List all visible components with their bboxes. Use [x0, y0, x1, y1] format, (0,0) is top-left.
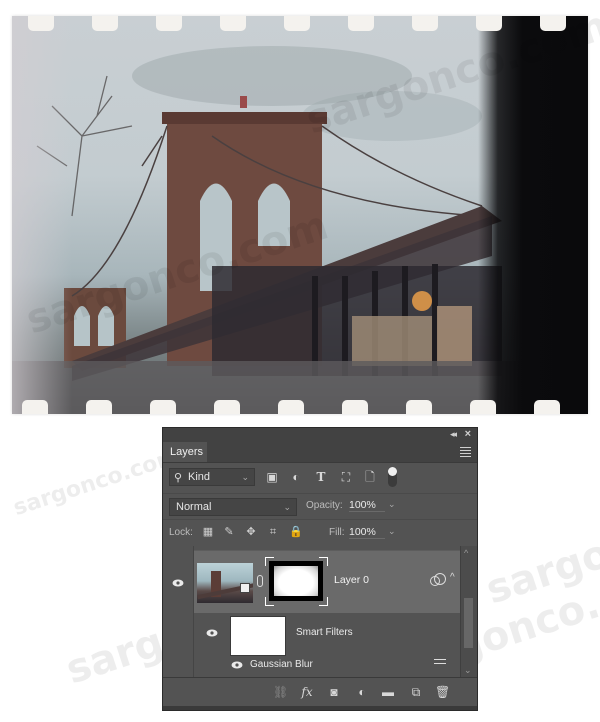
smart-filters-mask-thumbnail[interactable]: [230, 616, 286, 656]
smart-filter-icon[interactable]: [434, 573, 446, 585]
toggle-knob: [388, 467, 397, 476]
film-sprocket-hole: [150, 400, 176, 414]
visibility-column: [163, 546, 194, 678]
shape-filter-icon[interactable]: ⛶: [339, 470, 353, 484]
film-sprocket-hole: [278, 400, 304, 414]
adjustment-filter-icon[interactable]: ◐: [289, 470, 303, 484]
chevron-down-icon: ⌄: [241, 472, 249, 482]
link-layers-icon[interactable]: ⛓: [273, 685, 288, 699]
panel-resize-grip[interactable]: [163, 706, 477, 710]
mask-selection-corner: [319, 597, 328, 606]
layer-mask-thumbnail[interactable]: [269, 561, 323, 601]
mask-selection-corner: [265, 557, 274, 566]
mask-selection-corner: [319, 557, 328, 566]
bridge-photo: [12, 16, 588, 414]
filter-kind-label: Kind: [188, 471, 211, 483]
film-sprocket-hole: [86, 400, 112, 414]
smart-object-filter-icon[interactable]: 🗋: [363, 470, 377, 484]
layer-name[interactable]: Layer 0: [334, 574, 369, 586]
scroll-thumb[interactable]: [464, 598, 473, 648]
opacity-input[interactable]: 100%: [349, 499, 385, 512]
layer-row-layer-0[interactable]: Layer 0 ^: [194, 550, 461, 613]
smart-filters-visibility-eye-icon[interactable]: [206, 629, 218, 637]
pixel-filter-icon[interactable]: ▣: [265, 470, 279, 484]
film-sprocket-hole: [470, 400, 496, 414]
filter-toggle[interactable]: [388, 467, 397, 487]
film-sprockets-bottom: [12, 394, 588, 414]
lock-all-icon[interactable]: 🔒: [289, 526, 303, 538]
lock-artboard-icon[interactable]: ⌗: [267, 526, 279, 538]
layers-panel: ◂◂ × Layers ⚲ Kind ⌄ ▣ ◐ T ⛶ 🗋 Normal ⌄ …: [162, 427, 478, 711]
film-sprocket-hole: [342, 400, 368, 414]
film-sprocket-hole: [22, 400, 48, 414]
film-sprocket-hole: [92, 16, 118, 31]
chevron-down-icon: ⌄: [283, 502, 291, 512]
delete-icon[interactable]: 🗑: [435, 685, 450, 699]
lock-position-icon[interactable]: ✥: [245, 526, 257, 538]
film-sprocket-hole: [28, 16, 54, 31]
layer-visibility-eye-icon[interactable]: [172, 579, 184, 587]
film-sprocket-hole: [348, 16, 374, 31]
new-layer-icon[interactable]: ⧉: [409, 685, 423, 699]
smart-object-badge-icon: [240, 583, 250, 593]
filter-row: ⚲ Kind ⌄ ▣ ◐ T ⛶ 🗋: [163, 464, 477, 490]
film-sprocket-hole: [156, 16, 182, 31]
lock-label: Lock:: [169, 527, 193, 538]
film-sprocket-hole: [284, 16, 310, 31]
type-filter-icon[interactable]: T: [314, 470, 328, 484]
panel-titlebar: ◂◂ ×: [163, 428, 477, 442]
double-chevron-left-icon[interactable]: ◂◂: [450, 429, 457, 440]
close-icon[interactable]: ×: [465, 428, 471, 440]
watermark: sargonco.com: [10, 443, 183, 522]
blending-options-icon[interactable]: [434, 659, 446, 667]
mask-link-icon[interactable]: [257, 575, 263, 587]
fill-label: Fill:: [329, 527, 345, 538]
film-sprocket-hole: [214, 400, 240, 414]
filter-row-gaussian-blur[interactable]: Gaussian Blur: [194, 656, 461, 676]
collapse-effects-icon[interactable]: ^: [450, 572, 455, 583]
film-sprocket-hole: [220, 16, 246, 31]
film-sprocket-hole: [540, 16, 566, 31]
new-group-icon[interactable]: ▬: [381, 685, 395, 699]
add-mask-icon[interactable]: ◙: [327, 685, 341, 699]
film-sprocket-hole: [534, 400, 560, 414]
smart-filters-row[interactable]: Smart Filters: [194, 613, 461, 656]
gaussian-blur-visibility-eye-icon[interactable]: [231, 661, 243, 669]
scroll-down-icon[interactable]: ⌄: [464, 665, 472, 676]
scroll-up-icon[interactable]: ^: [464, 548, 468, 558]
film-sprocket-hole: [476, 16, 502, 31]
layers-list: Layer 0 ^ Smart Filters Gaussian Blur ^ …: [163, 546, 477, 678]
tab-layers[interactable]: Layers: [163, 442, 207, 462]
panel-tabbar: Layers: [163, 442, 477, 463]
opacity-label: Opacity:: [306, 500, 343, 511]
blend-row: Normal ⌄ Opacity: 100% ⌄: [163, 493, 477, 518]
watermark: sargonco.com: [480, 472, 600, 614]
photo-left-fade: [12, 16, 72, 414]
layers-scrollbar[interactable]: ^ ⌄: [460, 546, 477, 678]
fill-dropdown-icon[interactable]: ⌄: [388, 526, 396, 537]
lock-transparent-pixels-icon[interactable]: ▦: [202, 526, 214, 538]
panel-footer: ⛓ fx ◙ ◐ ▬ ⧉ 🗑: [163, 677, 477, 710]
film-sprockets-top: [12, 16, 588, 36]
adjustment-layer-icon[interactable]: ◐: [355, 685, 369, 699]
smart-filters-label: Smart Filters: [296, 627, 353, 638]
blend-mode-value: Normal: [176, 501, 212, 513]
search-icon: ⚲: [174, 472, 183, 484]
fx-icon[interactable]: fx: [300, 685, 314, 699]
opacity-dropdown-icon[interactable]: ⌄: [388, 499, 396, 510]
photo-dark-edge: [478, 16, 588, 414]
film-sprocket-hole: [412, 16, 438, 31]
blend-mode-select[interactable]: Normal ⌄: [169, 498, 297, 516]
filter-kind-select[interactable]: ⚲ Kind ⌄: [169, 468, 255, 486]
panel-menu-icon[interactable]: [460, 447, 471, 459]
film-sprocket-hole: [406, 400, 432, 414]
fill-input[interactable]: 100%: [349, 526, 385, 539]
lock-row: Lock: ▦ ✎ ✥ ⌗ 🔒 Fill: 100% ⌄: [163, 519, 477, 547]
filter-name[interactable]: Gaussian Blur: [250, 659, 313, 670]
mask-selection-corner: [265, 597, 274, 606]
lock-image-pixels-icon[interactable]: ✎: [223, 526, 235, 538]
